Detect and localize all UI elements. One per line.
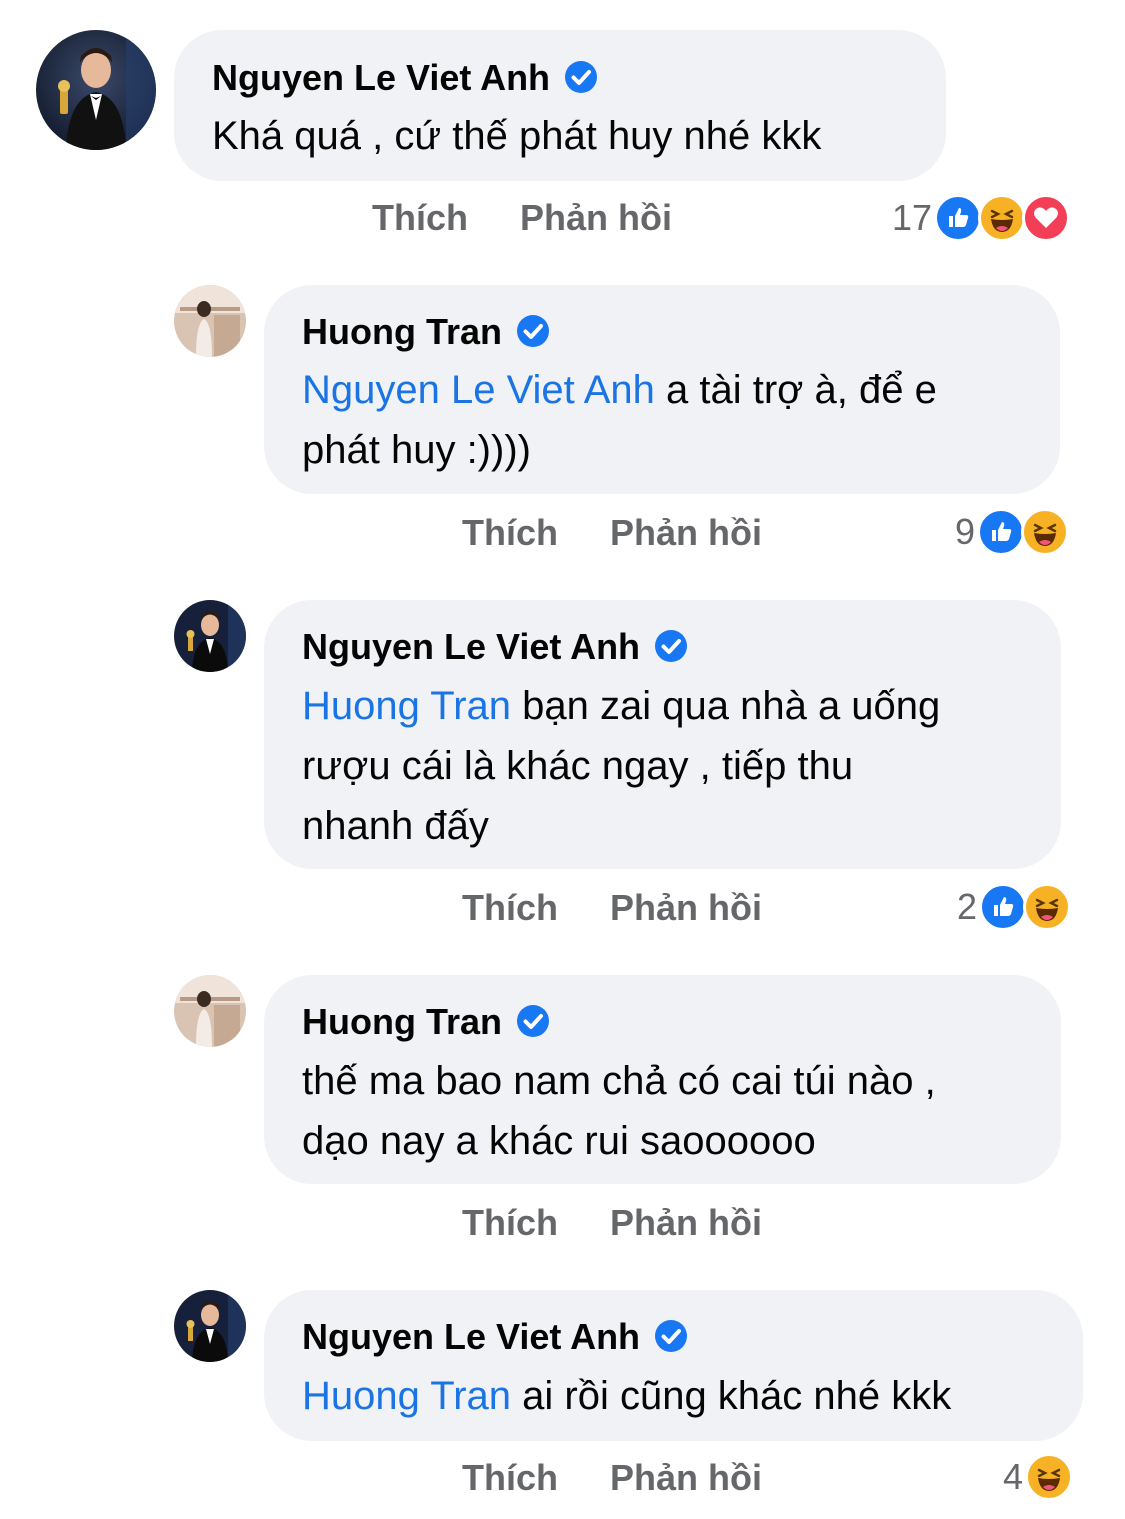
- author-name[interactable]: Nguyen Le Viet Anh: [212, 57, 550, 98]
- profile-photo-man-in-tuxedo: [36, 30, 156, 150]
- comment-text: thế ma bao nam chả có cai túi nào , dạo …: [302, 1051, 936, 1171]
- like-icon: [934, 194, 983, 242]
- comment-actions: Thích Phản hồi: [462, 1203, 762, 1243]
- avatar[interactable]: [174, 600, 246, 672]
- profile-photo-man-in-tuxedo: [174, 600, 246, 672]
- comment-author[interactable]: Huong Tran: [302, 1002, 550, 1042]
- comment-line: nhanh đấy: [302, 804, 489, 848]
- comment-actions: Thích Phản hồi: [462, 1458, 762, 1498]
- avatar[interactable]: [36, 30, 156, 150]
- comment-line: rượu cái là khác ngay , tiếp thu: [302, 744, 854, 788]
- verified-badge-icon: [516, 1004, 550, 1038]
- profile-photo-man-in-tuxedo: [174, 1290, 246, 1362]
- comment-author[interactable]: Nguyen Le Viet Anh: [212, 58, 598, 98]
- like-button[interactable]: Thích: [462, 1457, 558, 1498]
- like-button[interactable]: Thích: [462, 512, 558, 553]
- profile-photo-woman: [174, 975, 246, 1047]
- mention-link[interactable]: Huong Tran: [302, 684, 511, 728]
- mention-link[interactable]: Huong Tran: [302, 1374, 511, 1418]
- comment-author[interactable]: Huong Tran: [302, 312, 550, 352]
- love-icon: [1022, 194, 1071, 242]
- comment-text: Huong Tran ai rồi cũng khác nhé kkk: [302, 1366, 951, 1426]
- verified-badge-icon: [654, 1319, 688, 1353]
- comment-line: thế ma bao nam chả có cai túi nào ,: [302, 1059, 936, 1103]
- comment-actions: Thích Phản hồi: [462, 513, 762, 553]
- reply-button[interactable]: Phản hồi: [610, 887, 762, 928]
- avatar[interactable]: [174, 285, 246, 357]
- comment-text: Khá quá , cứ thế phát huy nhé kkk: [212, 106, 821, 166]
- comment-line: dạo nay a khác rui saoooooo: [302, 1119, 816, 1163]
- like-icon: [979, 883, 1028, 931]
- reply-button[interactable]: Phản hồi: [610, 512, 762, 553]
- haha-icon: [1023, 883, 1072, 931]
- author-name[interactable]: Huong Tran: [302, 1001, 502, 1042]
- avatar[interactable]: [174, 975, 246, 1047]
- reaction-count: 9: [955, 511, 976, 552]
- like-button[interactable]: Thích: [462, 887, 558, 928]
- author-name[interactable]: Nguyen Le Viet Anh: [302, 626, 640, 667]
- comment-line: Huong Tran ai rồi cũng khác nhé kkk: [302, 1374, 952, 1418]
- mention-link[interactable]: Nguyen Le Viet Anh: [302, 368, 655, 412]
- reply-button[interactable]: Phản hồi: [520, 197, 672, 238]
- reaction-summary[interactable]: 17: [892, 194, 1071, 242]
- reaction-summary[interactable]: 4: [1003, 1453, 1074, 1501]
- profile-photo-woman: [174, 285, 246, 357]
- comment-author[interactable]: Nguyen Le Viet Anh: [302, 1317, 688, 1357]
- comment-line: phát huy :)))): [302, 428, 531, 472]
- reply-button[interactable]: Phản hồi: [610, 1457, 762, 1498]
- verified-badge-icon: [564, 60, 598, 94]
- comment-actions: Thích Phản hồi: [372, 198, 672, 238]
- reaction-count: 4: [1003, 1456, 1024, 1497]
- comment-line: Huong Tran bạn zai qua nhà a uống: [302, 684, 941, 728]
- like-button[interactable]: Thích: [372, 197, 468, 238]
- haha-icon: [978, 194, 1027, 242]
- reaction-count: 2: [957, 886, 978, 927]
- author-name[interactable]: Nguyen Le Viet Anh: [302, 1316, 640, 1357]
- comment-author[interactable]: Nguyen Le Viet Anh: [302, 627, 688, 667]
- author-name[interactable]: Huong Tran: [302, 311, 502, 352]
- comment-text: Nguyen Le Viet Anh a tài trợ à, để e phá…: [302, 360, 937, 480]
- haha-icon: [1021, 508, 1070, 556]
- reply-button[interactable]: Phản hồi: [610, 1202, 762, 1243]
- reaction-summary[interactable]: 2: [957, 883, 1072, 931]
- reaction-count: 17: [892, 197, 933, 238]
- comment-line: Nguyen Le Viet Anh a tài trợ à, để e: [302, 368, 937, 412]
- like-button[interactable]: Thích: [462, 1202, 558, 1243]
- comment-line: Khá quá , cứ thế phát huy nhé kkk: [212, 114, 822, 158]
- avatar[interactable]: [174, 1290, 246, 1362]
- haha-icon: [1025, 1453, 1074, 1501]
- reaction-summary[interactable]: 9: [955, 508, 1070, 556]
- verified-badge-icon: [654, 629, 688, 663]
- verified-badge-icon: [516, 314, 550, 348]
- like-icon: [977, 508, 1026, 556]
- comment-actions: Thích Phản hồi: [462, 888, 762, 928]
- comment-text: Huong Tran bạn zai qua nhà a uống rượu c…: [302, 676, 940, 856]
